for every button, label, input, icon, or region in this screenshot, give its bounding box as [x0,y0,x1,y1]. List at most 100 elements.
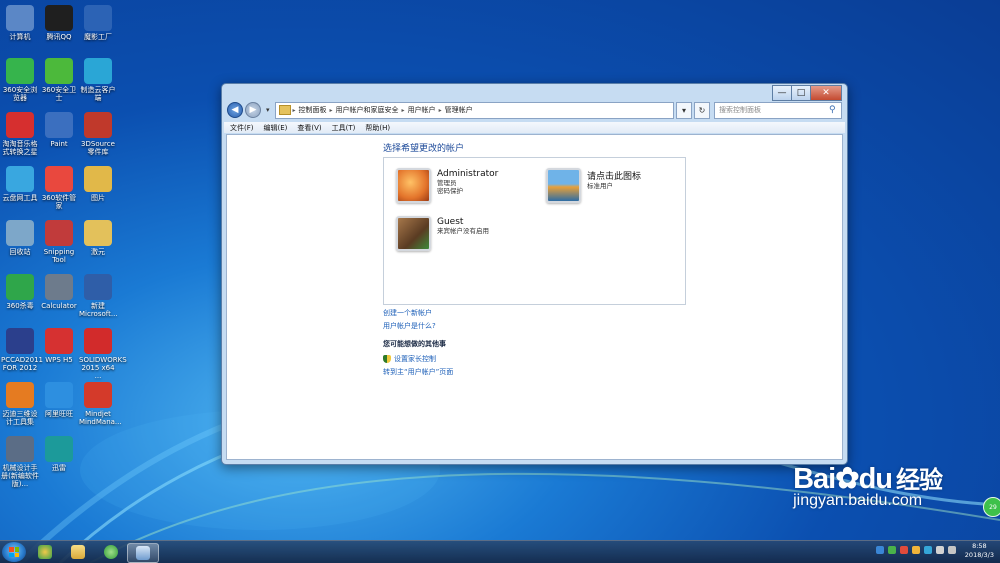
menu-edit[interactable]: 编辑(E) [264,123,288,133]
parental-controls-label: 设置家长控制 [394,355,436,363]
desktop-icon[interactable]: 魔影工厂 [79,5,117,41]
forward-button[interactable]: ▶ [245,102,261,118]
volume-icon[interactable] [948,546,956,554]
handbook-icon [6,436,34,462]
maximize-button[interactable]: □ [791,85,810,101]
close-button[interactable]: ✕ [810,85,842,101]
desktop-icon[interactable]: 淘淘音乐格式转换之星 [1,112,39,156]
tray-app-icon[interactable] [876,546,884,554]
avatar [396,216,431,251]
desktop-icon-label: 魔影工厂 [84,33,112,41]
desktop-icon[interactable]: 新建 Microsoft... [79,274,118,318]
breadcrumb-separator: ▸ [401,106,405,114]
qq-icon [45,5,73,31]
tray-app-icon[interactable] [888,546,896,554]
tray-app-icon[interactable] [900,546,908,554]
start-button[interactable] [2,542,26,562]
desktop-icon-label: 新建 Microsoft... [79,302,118,318]
desktop-icon-label: 机械设计手册(新编软件版)... [1,464,39,488]
desktop-icon[interactable]: 360软件管家 [40,166,78,210]
desktop-icon[interactable]: 360安全浏览器 [1,58,39,102]
desktop-icon[interactable]: Snipping Tool [40,220,78,264]
recycle-bin-icon [6,220,34,246]
breadcrumb-control-panel[interactable]: 控制面板 [299,105,327,115]
control-panel-window[interactable]: — □ ✕ ◀ ▶ ▾ ▸ 控制面板 ▸ 用户帐户和家庭安全 ▸ 用户帐户 ▸ … [221,83,848,465]
search-input[interactable]: 搜索控制面板 ⚲ [714,101,842,119]
cloud-client-icon [84,58,112,84]
desktop-icon[interactable]: Calculator [40,274,78,310]
desktop-icon[interactable]: 迈迪三维设计工具集 [1,382,39,426]
menu-tools[interactable]: 工具(T) [332,123,356,133]
account-administrator[interactable]: Administrator 管理员 密码保护 [396,168,498,203]
desktop-icon[interactable]: 制造云客户端 [79,58,117,102]
parental-controls-link[interactable]: 设置家长控制 [383,354,436,364]
desktop-icon[interactable]: 云盘网工具 [1,166,39,202]
create-account-link[interactable]: 创建一个新帐户 [383,308,432,318]
desktop-icon[interactable]: 腾讯QQ [40,5,78,41]
desktop-icon[interactable]: 迅雷 [40,436,78,472]
account-standard-user[interactable]: 请点击此图标 标准用户 [546,168,641,203]
goto-user-accounts-link[interactable]: 转到主“用户帐户”页面 [383,367,453,377]
desktop-icon[interactable]: 图片 [79,166,117,202]
window-controls: — □ ✕ [772,85,842,101]
desktop-icon[interactable]: PCCAD2011 FOR 2012 [1,328,43,372]
desktop-icon-label: 360安全浏览器 [2,86,38,102]
taskbar-control-panel[interactable] [127,543,159,563]
desktop-icon[interactable]: Paint [40,112,78,148]
clock-time: 8:58 [972,542,987,550]
account-guest[interactable]: Guest 来宾帐户没有启用 [396,216,489,251]
what-is-account-link[interactable]: 用户帐户是什么? [383,321,436,331]
desktop-icon-label: Calculator [41,302,77,310]
desktop-icon[interactable]: 360杀毒 [1,274,39,310]
desktop-icon[interactable]: WPS H5 [40,328,78,364]
menu-view[interactable]: 查看(V) [297,123,321,133]
menu-help[interactable]: 帮助(H) [365,123,390,133]
desktop-icon[interactable]: 计算机 [1,5,39,41]
network-icon[interactable] [936,546,944,554]
clock[interactable]: 8:58 2018/3/3 [965,542,994,560]
account-type: 标准用户 [587,182,613,190]
tray-app-icon[interactable] [912,546,920,554]
speed-badge[interactable]: 29 [983,497,1000,517]
breadcrumb-separator: ▸ [329,106,333,114]
desktop-icon[interactable]: 3DSource零件库 [79,112,117,156]
desktop-icon[interactable]: 360安全卫士 [40,58,78,102]
menu-file[interactable]: 文件(F) [230,123,254,133]
breadcrumb-user-family[interactable]: 用户帐户和家庭安全 [336,105,399,115]
recent-pages-dropdown[interactable]: ▾ [266,106,270,114]
desktop-icon-label: Mindjet MindMana... [79,410,122,426]
tray-app-icon[interactable] [924,546,932,554]
taskbar-explorer[interactable] [63,543,93,561]
account-status: 来宾帐户没有启用 [437,227,489,235]
cloud-disk-icon [6,166,34,192]
shield-icon [383,355,391,363]
breadcrumb-user-accounts[interactable]: 用户帐户 [408,105,436,115]
desktop-icon[interactable]: Mindjet MindMana... [79,382,122,426]
desktop-icon[interactable]: 激元 [79,220,117,256]
desktop-icon-label: 迅雷 [52,464,66,472]
folder-icon [84,220,112,246]
360-software-icon [45,166,73,192]
account-name: 请点击此图标 [587,172,642,182]
address-dropdown-button[interactable]: ▾ [676,101,692,119]
refresh-button[interactable]: ↻ [694,101,710,119]
desktop-icon[interactable]: 机械设计手册(新编软件版)... [1,436,39,488]
back-button[interactable]: ◀ [227,102,243,118]
account-status: 密码保护 [437,187,463,195]
360-antivirus-icon [6,274,34,300]
search-icon[interactable]: ⚲ [829,105,841,115]
search-placeholder: 搜索控制面板 [719,106,761,114]
word-doc-icon [84,274,112,300]
taskbar-360-guard[interactable] [96,543,126,561]
breadcrumb-manage-accounts[interactable]: 管理帐户 [445,105,473,115]
taskbar-360-browser[interactable] [30,543,60,561]
minimize-button[interactable]: — [772,85,791,101]
desktop-icon[interactable]: SOLIDWORKS 2015 x64 ... [79,328,127,380]
avatar [396,168,431,203]
desktop-icon-label: 迈迪三维设计工具集 [2,410,38,426]
desktop-icon[interactable]: 回收站 [1,220,39,256]
desktop-icon[interactable]: 阿里旺旺 [40,382,78,418]
3dsource-icon [84,112,112,138]
address-bar[interactable]: ▸ 控制面板 ▸ 用户帐户和家庭安全 ▸ 用户帐户 ▸ 管理帐户 [274,101,674,119]
baidu-url: jingyan.baidu.com [793,492,923,509]
